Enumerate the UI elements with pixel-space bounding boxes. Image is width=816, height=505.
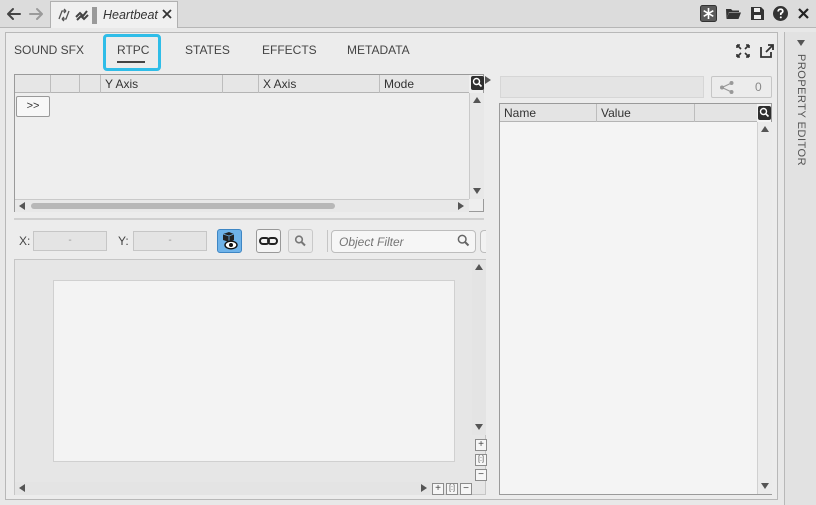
zoom-button[interactable] <box>288 229 313 253</box>
horizontal-zoom-in-button[interactable]: + <box>432 483 444 495</box>
scroll-left-icon[interactable] <box>19 484 25 492</box>
scroll-left-icon[interactable] <box>19 202 25 210</box>
vertical-zoom-in-button[interactable]: + <box>475 439 487 451</box>
forward-button[interactable] <box>26 4 46 24</box>
y-value-field[interactable]: - <box>133 231 207 251</box>
close-tab-icon[interactable] <box>161 8 173 20</box>
property-grid-header: Name Value <box>500 104 757 122</box>
horizontal-splitter[interactable] <box>14 218 484 220</box>
scroll-down-icon[interactable] <box>473 188 481 194</box>
vertical-fit-button[interactable]: [:] <box>475 454 487 466</box>
column-header-mode[interactable]: Mode <box>380 75 469 93</box>
link-icon <box>259 237 278 245</box>
scroll-down-icon[interactable] <box>475 424 483 430</box>
scroll-right-icon[interactable] <box>458 202 464 210</box>
column-header[interactable] <box>51 75 80 93</box>
document-tab[interactable]: Heartbeat <box>50 1 178 28</box>
link-button[interactable] <box>256 229 281 253</box>
rtpc-list-grid: Y Axis X Axis Mode >> <box>14 74 484 212</box>
property-grid: Name Value <box>499 103 772 495</box>
tab-rtpc[interactable]: RTPC <box>117 43 149 57</box>
property-search-icon[interactable] <box>758 106 771 120</box>
show-all-curves-button[interactable] <box>217 229 242 253</box>
x-label: X: <box>19 234 31 248</box>
eye-cube-icon <box>222 232 238 250</box>
active-tab-underline <box>117 61 145 63</box>
tab-color-marker <box>92 7 97 24</box>
help-icon[interactable] <box>772 5 790 23</box>
share-count: 0 <box>755 80 762 94</box>
random-container-icon <box>56 7 72 23</box>
scroll-right-icon[interactable] <box>421 484 427 492</box>
asterisk-icon[interactable] <box>700 5 718 23</box>
column-header-x-axis[interactable]: X Axis <box>259 75 380 93</box>
scroll-up-icon[interactable] <box>475 264 483 270</box>
maximize-icon[interactable] <box>736 44 750 58</box>
arrow-right-icon <box>29 8 43 20</box>
pop-out-icon[interactable] <box>760 44 774 58</box>
column-header-value[interactable]: Value <box>597 104 695 122</box>
rtpc-grid-horizontal-scrollbar[interactable] <box>15 199 469 212</box>
title-bar: Heartbeat <box>0 0 816 28</box>
rtpc-grid-vertical-scrollbar[interactable] <box>469 93 484 199</box>
scroll-up-icon[interactable] <box>761 126 769 132</box>
toolbar-separator <box>327 230 328 252</box>
rtpc-graph-view: + [:] − + [:] − <box>14 259 487 495</box>
column-header-name[interactable]: Name <box>500 104 597 122</box>
grid-search-icon[interactable] <box>471 76 484 90</box>
document-title: Heartbeat <box>103 8 158 22</box>
tab-sound-sfx[interactable]: SOUND SFX <box>14 43 84 57</box>
expand-button[interactable]: >> <box>16 96 50 117</box>
scrollbar-thumb[interactable] <box>31 203 335 209</box>
filter-dropdown-edge[interactable] <box>480 230 486 253</box>
folder-open-icon[interactable] <box>725 5 743 23</box>
parent-selector[interactable] <box>500 76 704 98</box>
property-grid-vertical-scrollbar[interactable] <box>757 122 772 494</box>
property-editor-sidebar[interactable]: PROPERTY EDITOR <box>784 32 816 505</box>
property-editor-label: PROPERTY EDITOR <box>795 54 807 167</box>
x-value-field[interactable]: - <box>33 231 107 251</box>
object-editor-panel: SOUND SFX RTPC STATES EFFECTS METADATA Y… <box>5 32 778 500</box>
column-header[interactable] <box>223 75 259 93</box>
share-icon <box>719 80 735 95</box>
arrow-left-icon <box>7 8 21 20</box>
column-header[interactable] <box>80 75 101 93</box>
scroll-down-icon[interactable] <box>761 483 769 489</box>
graph-canvas[interactable] <box>53 280 455 462</box>
horizontal-fit-button[interactable]: [:] <box>446 483 458 495</box>
sound-object-icon <box>74 7 90 23</box>
vertical-zoom-out-button[interactable]: − <box>475 469 487 481</box>
y-label: Y: <box>118 234 129 248</box>
search-icon <box>457 234 470 247</box>
tab-states[interactable]: STATES <box>185 43 230 57</box>
tab-metadata[interactable]: METADATA <box>347 43 410 57</box>
scroll-up-icon[interactable] <box>473 97 481 103</box>
object-filter-input[interactable] <box>331 230 476 253</box>
share-button[interactable]: 0 <box>711 76 772 98</box>
magnifier-icon <box>294 235 306 247</box>
back-button[interactable] <box>4 4 24 24</box>
close-icon[interactable] <box>795 5 813 23</box>
dropdown-arrow-icon[interactable] <box>797 40 805 46</box>
collapse-arrow-icon[interactable] <box>485 76 491 84</box>
save-icon[interactable] <box>749 5 767 23</box>
graph-horizontal-scrollbar[interactable] <box>15 482 433 495</box>
tab-effects[interactable]: EFFECTS <box>262 43 317 57</box>
column-header-y-axis[interactable]: Y Axis <box>101 75 223 93</box>
column-header[interactable] <box>15 75 51 93</box>
horizontal-zoom-out-button[interactable]: − <box>460 483 472 495</box>
graph-vertical-scrollbar[interactable] <box>472 260 486 435</box>
rtpc-grid-header: Y Axis X Axis Mode <box>15 75 469 93</box>
